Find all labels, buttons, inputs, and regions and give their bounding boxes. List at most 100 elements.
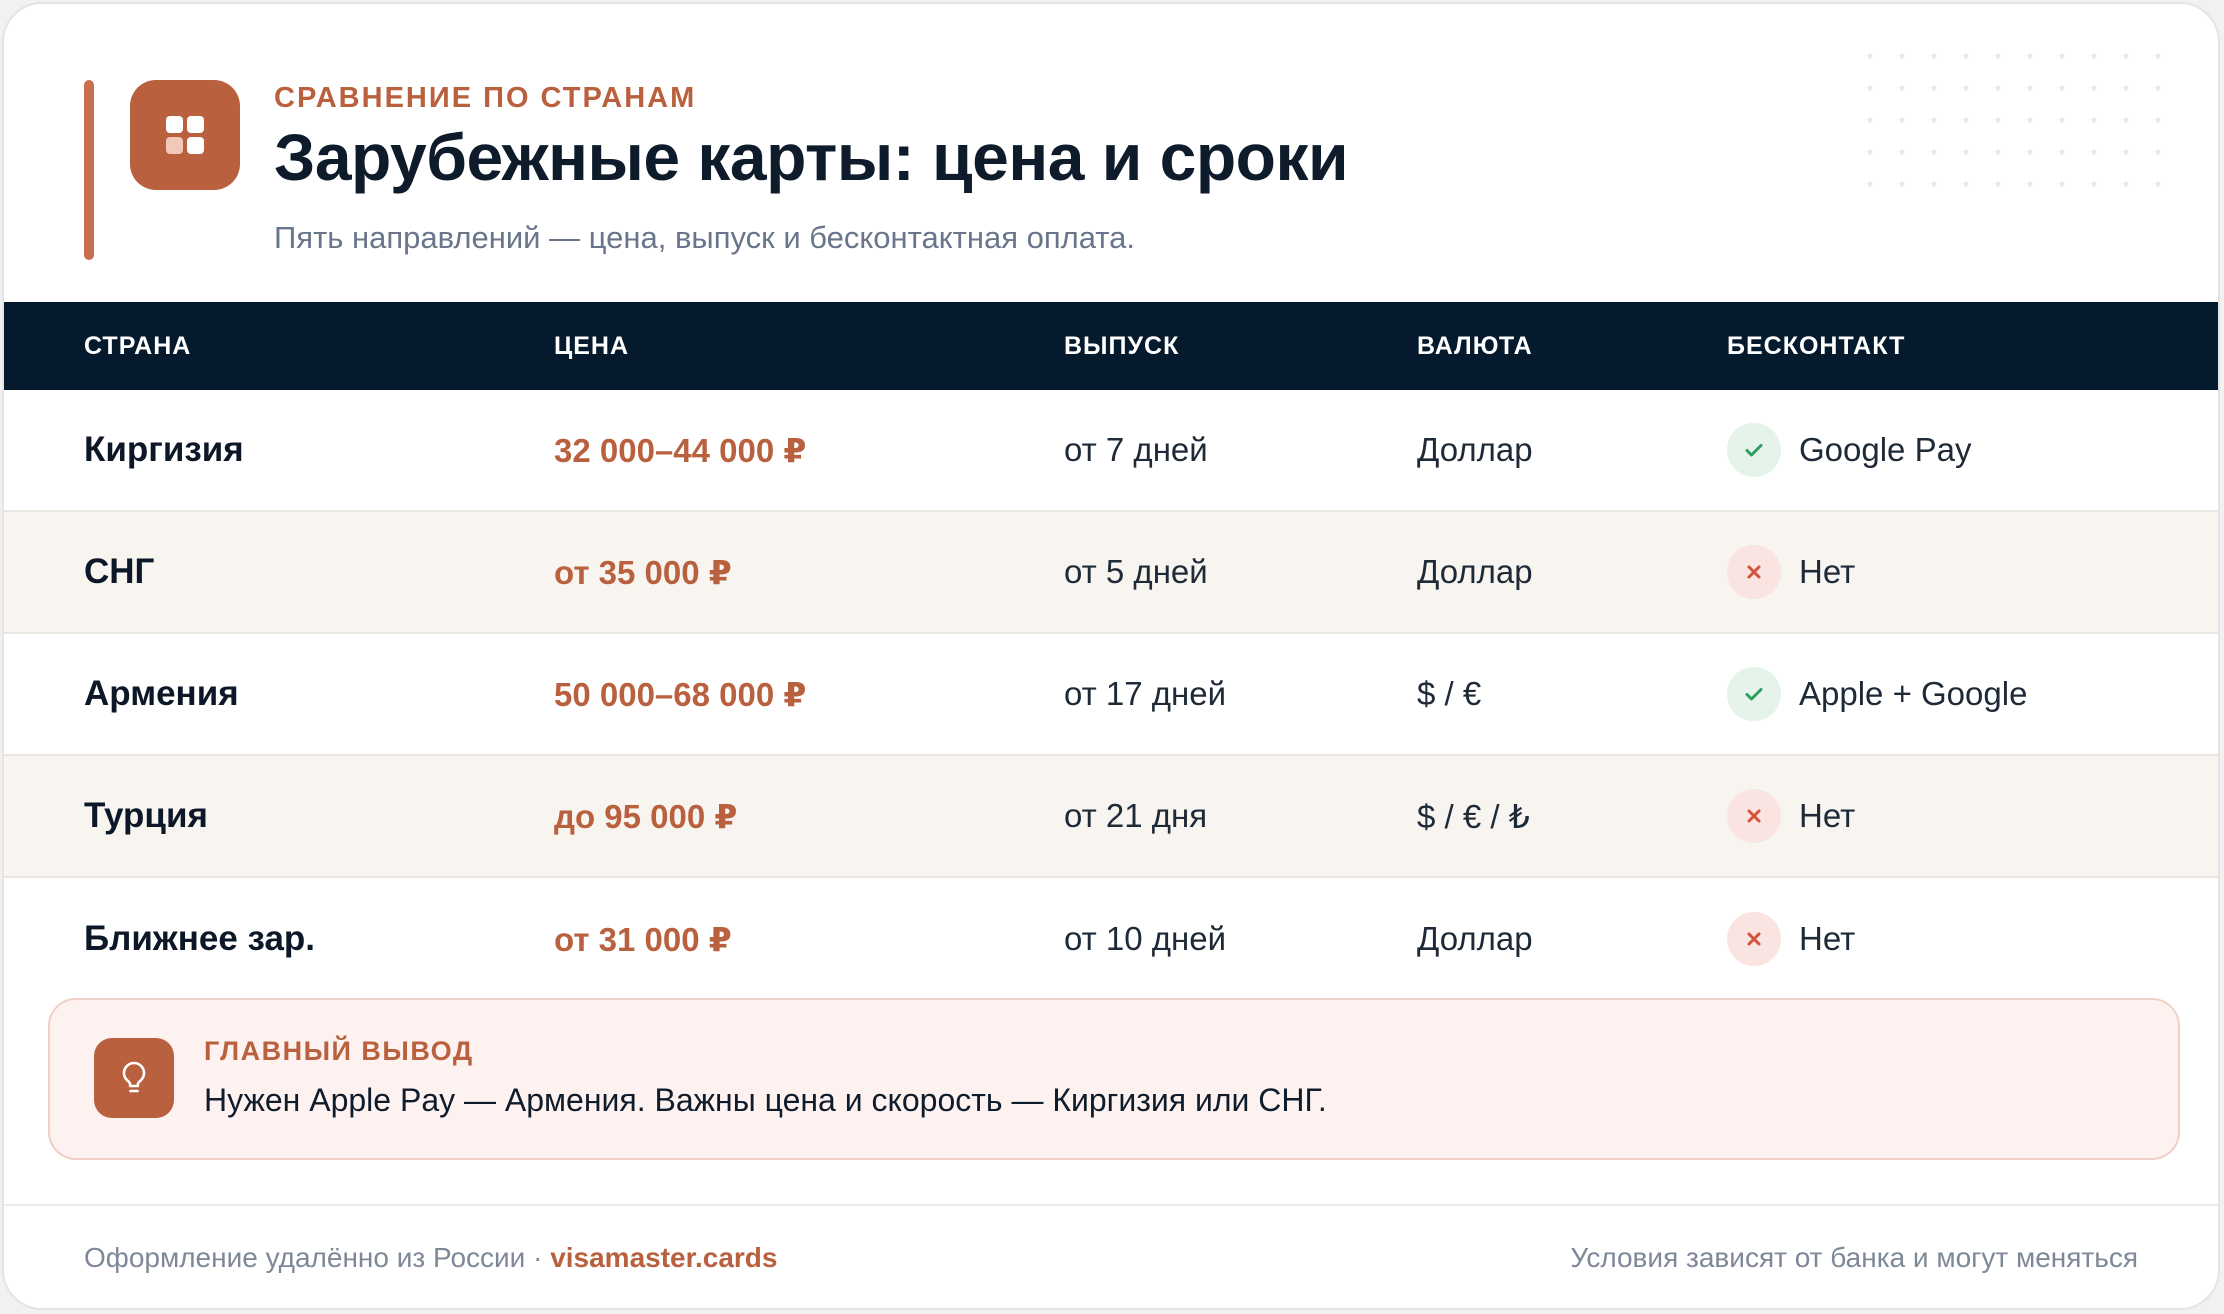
decoration-dot [1931,149,1937,155]
footer-site-link[interactable]: visamaster.cards [550,1242,777,1273]
cell-country: СНГ [84,552,155,591]
footer-left: Оформление удалённо из России · visamast… [84,1242,777,1274]
cell-currency: $ / € / ₺ [1417,797,1530,835]
decoration-dot [2027,85,2033,91]
decoration-dot [1963,149,1969,155]
decoration-dot [1995,117,2001,123]
cell-contactless: Google Pay [1727,390,1971,510]
section-eyebrow: СРАВНЕНИЕ ПО СТРАНАМ [274,82,697,114]
cell-currency: $ / € [1417,675,1482,712]
decoration-dot [2155,181,2161,187]
comparison-card: СРАВНЕНИЕ ПО СТРАНАМ Зарубежные карты: ц… [2,2,2220,1310]
cell-issue: от 10 дней [1064,920,1227,957]
cell-price: 50 000–68 000 ₽ [554,675,807,713]
grid-icon [130,80,240,190]
cell-contactless: Нет [1727,756,1855,876]
contactless-value: Нет [1799,553,1856,590]
decoration-dot [2027,117,2033,123]
decoration-dot [1963,181,1969,187]
decoration-dot [2123,149,2129,155]
decoration-dot [2059,149,2065,155]
contactless-value: Нет [1799,920,1856,957]
decoration-dot [2123,85,2129,91]
cell-country: Ближнее зар. [84,919,316,958]
table-header: СТРАНА ЦЕНА ВЫПУСК ВАЛЮТА БЕСКОНТАКТ [4,302,2218,390]
decoration-dot [2155,117,2161,123]
key-takeaway-callout: ГЛАВНЫЙ ВЫВОД Нужен Apple Pay — Армения.… [48,998,2180,1160]
accent-bar [84,80,94,260]
cell-currency: Доллар [1417,920,1533,957]
column-header-country: СТРАНА [84,331,192,360]
callout-label: ГЛАВНЫЙ ВЫВОД [204,1036,474,1066]
decoration-dot [1867,53,1873,59]
decoration-dot [2059,181,2065,187]
decoration-dot [2155,53,2161,59]
decoration-dot [2027,53,2033,59]
contactless-value: Нет [1799,797,1856,834]
cell-currency: Доллар [1417,431,1533,468]
decoration-dot [1867,117,1873,123]
column-header-currency: ВАЛЮТА [1417,331,1533,360]
table-row: Турция до 95 000 ₽ от 21 дня $ / € / ₺ Нет [4,756,2218,878]
cross-icon [1727,545,1781,599]
footer-divider [4,1204,2218,1206]
lightbulb-icon [94,1038,174,1118]
cell-contactless: Apple + Google [1727,634,2027,754]
cell-price: до 95 000 ₽ [554,797,738,835]
decoration-dot [1867,85,1873,91]
footer-note: Оформление удалённо из России · [84,1242,551,1273]
cell-issue: от 7 дней [1064,431,1208,468]
callout-text: Нужен Apple Pay — Армения. Важны цена и … [204,1082,1327,1118]
table-row: Армения 50 000–68 000 ₽ от 17 дней $ / € App… [4,634,2218,756]
cell-contactless: Нет [1727,878,1855,1000]
decoration-dot [1931,53,1937,59]
decoration-dot [2027,181,2033,187]
cell-issue: от 17 дней [1064,675,1227,712]
decoration-dot [2155,85,2161,91]
decoration-dot [1931,181,1937,187]
decoration-dot [1963,85,1969,91]
decoration-dot [1931,85,1937,91]
decoration-dot [2091,149,2097,155]
column-header-price: ЦЕНА [554,331,630,360]
contactless-value: Google Pay [1799,431,1972,468]
decoration-dot [1867,181,1873,187]
decoration-dot [1995,181,2001,187]
decoration-dot [1899,117,1905,123]
contactless-value: Apple + Google [1799,675,2028,712]
cell-currency: Доллар [1417,553,1533,590]
dot-pattern-decoration [1867,53,2161,187]
decoration-dot [2091,53,2097,59]
decoration-dot [2059,117,2065,123]
decoration-dot [1899,149,1905,155]
decoration-dot [1899,85,1905,91]
cell-country: Турция [84,796,208,835]
table-row: Киргизия 32 000–44 000 ₽ от 7 дней Доллар Go… [4,390,2218,512]
page-title: Зарубежные карты: цена и сроки [274,120,1349,194]
decoration-dot [2091,117,2097,123]
decoration-dot [2091,85,2097,91]
decoration-dot [1899,53,1905,59]
column-header-contactless: БЕСКОНТАКТ [1727,331,1906,360]
cross-icon [1727,912,1781,966]
decoration-dot [2059,53,2065,59]
cell-price: от 31 000 ₽ [554,920,732,958]
decoration-dot [1995,85,2001,91]
check-icon [1727,667,1781,721]
cell-country: Киргизия [84,430,244,469]
decoration-dot [1995,53,2001,59]
cell-issue: от 5 дней [1064,553,1208,590]
cell-price: 32 000–44 000 ₽ [554,431,807,469]
check-icon [1727,423,1781,477]
table-row: Ближнее зар. от 31 000 ₽ от 10 дней Доллар Н… [4,878,2218,1000]
column-header-issue: ВЫПУСК [1064,331,1180,360]
cell-country: Армения [84,674,239,713]
cell-contactless: Нет [1727,512,1855,632]
table-row: СНГ от 35 000 ₽ от 5 дней Доллар Нет [4,512,2218,634]
decoration-dot [2027,149,2033,155]
decoration-dot [2123,181,2129,187]
decoration-dot [2059,85,2065,91]
decoration-dot [1963,53,1969,59]
page-subtitle: Пять направлений — цена, выпуск и бескон… [274,220,1136,255]
decoration-dot [1995,149,2001,155]
